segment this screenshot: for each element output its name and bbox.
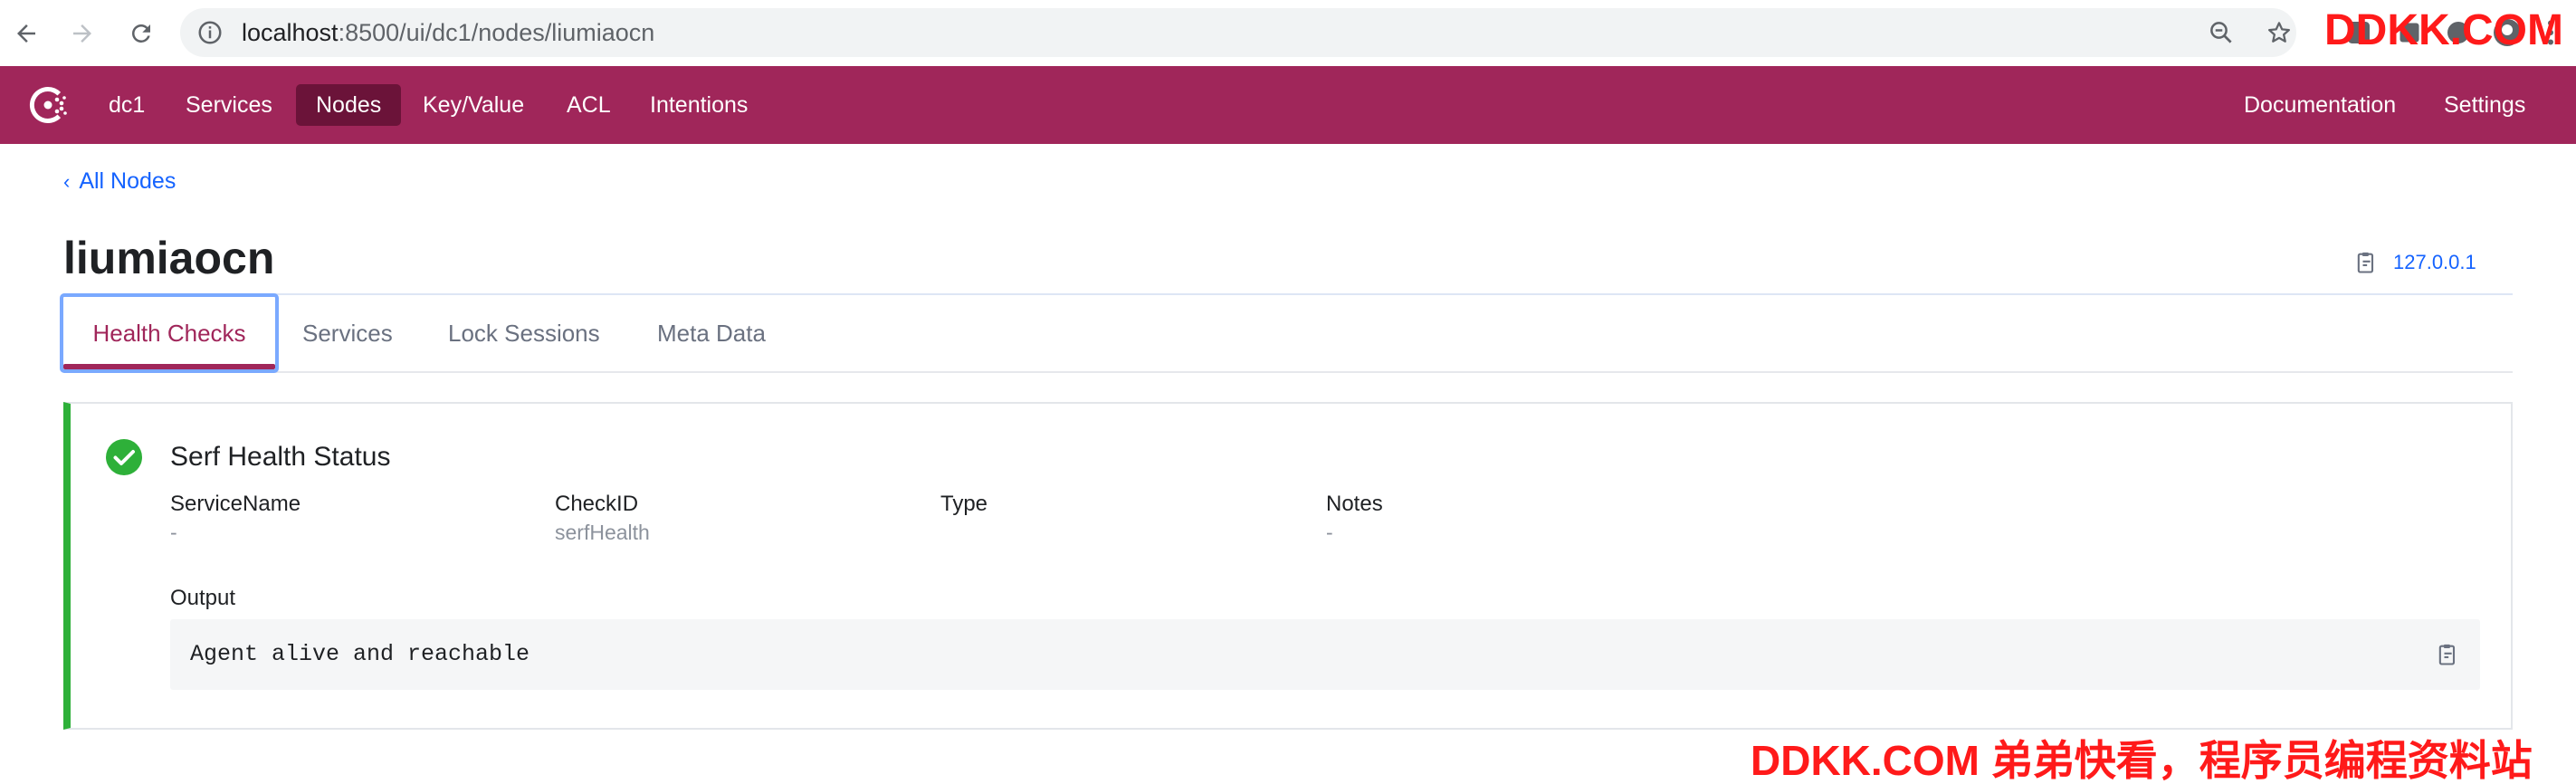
health-check-title: Serf Health Status	[170, 442, 391, 472]
active-tab-indicator	[63, 364, 275, 369]
output-text: Agent alive and reachable	[190, 641, 530, 667]
nav-acl[interactable]: ACL	[547, 84, 631, 126]
bookmark-star-icon[interactable]	[2266, 19, 2293, 46]
node-address-copy[interactable]: 127.0.0.1	[2353, 248, 2476, 277]
nav-key-value[interactable]: Key/Value	[403, 84, 544, 126]
nav-services[interactable]: Services	[166, 84, 292, 126]
back-arrow-icon	[17, 24, 35, 43]
tab-lock-sessions[interactable]: Lock Sessions	[448, 293, 600, 373]
breadcrumb-label: All Nodes	[79, 168, 177, 194]
chevron-left-icon: ‹	[63, 170, 71, 193]
field-value-check-id: serfHealth	[555, 521, 650, 544]
field-label-service-name: ServiceName	[170, 492, 301, 516]
nav-documentation[interactable]: Documentation	[2224, 84, 2416, 126]
nav-nodes[interactable]: Nodes	[296, 84, 402, 126]
breadcrumb-all-nodes[interactable]: ‹ All Nodes	[63, 166, 176, 196]
url-path: :8500/ui/dc1/nodes/liumiaocn	[338, 19, 655, 46]
tabs-divider-bottom	[63, 371, 2513, 373]
field-value-notes: -	[1326, 521, 1333, 544]
health-check-card: Serf Health Status ServiceName - CheckID…	[63, 402, 2513, 730]
forward-button[interactable]	[65, 16, 100, 51]
reload-icon	[132, 24, 150, 43]
tab-health-checks[interactable]: Health Checks	[60, 293, 279, 373]
watermark-top: DDKK.COM	[2324, 6, 2563, 54]
nav-settings[interactable]: Settings	[2424, 84, 2545, 126]
url-text: localhost:8500/ui/dc1/nodes/liumiaocn	[242, 8, 654, 57]
page-title: liumiaocn	[63, 233, 275, 283]
output-label: Output	[170, 586, 236, 610]
field-label-type: Type	[940, 492, 988, 516]
check-circle-icon	[106, 439, 142, 475]
top-navigation: dc1 Services Nodes Key/Value ACL Intenti…	[0, 66, 2576, 144]
output-box: Agent alive and reachable	[170, 619, 2480, 690]
address-bar[interactable]: localhost:8500/ui/dc1/nodes/liumiaocn	[180, 8, 2296, 57]
zoom-icon[interactable]	[2208, 19, 2235, 46]
node-address: 127.0.0.1	[2393, 251, 2476, 273]
nav-intentions[interactable]: Intentions	[630, 84, 768, 126]
watermark-bottom: DDKK.COM 弟弟快看，程序员编程资料站	[1751, 737, 2533, 784]
reload-button[interactable]	[124, 16, 158, 51]
clipboard-copy-icon	[2357, 252, 2374, 273]
nav-datacenter-dc1[interactable]: dc1	[89, 84, 165, 126]
tabs-divider-top	[63, 293, 2513, 295]
field-label-check-id: CheckID	[555, 492, 639, 516]
tab-services[interactable]: Services	[302, 293, 393, 373]
info-icon	[198, 21, 222, 44]
copy-output-icon[interactable]	[2435, 642, 2460, 667]
tab-meta-data[interactable]: Meta Data	[657, 293, 766, 373]
browser-toolbar: localhost:8500/ui/dc1/nodes/liumiaocn	[0, 0, 2576, 66]
field-label-notes: Notes	[1326, 492, 1383, 516]
field-value-service-name: -	[170, 521, 177, 544]
forward-arrow-icon	[73, 24, 91, 43]
back-button[interactable]	[9, 16, 43, 51]
url-host: localhost	[242, 19, 339, 46]
consul-logo-icon[interactable]	[24, 81, 72, 129]
